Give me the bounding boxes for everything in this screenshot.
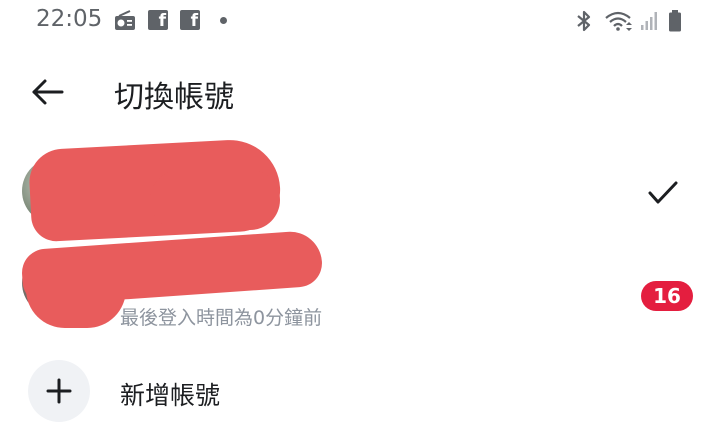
notification-dot-icon <box>220 17 227 24</box>
account-row[interactable]: 最後登入時間為0分鐘前 16 <box>0 229 720 340</box>
add-account-circle <box>28 360 90 422</box>
facebook-icon: f <box>180 10 200 31</box>
arrow-left-icon <box>32 79 64 105</box>
battery-icon <box>668 10 682 36</box>
radio-icon <box>114 10 136 36</box>
app-header: 切換帳號 <box>0 58 720 128</box>
signal-icon <box>640 10 660 36</box>
account-row-active[interactable] <box>0 137 720 243</box>
back-button[interactable] <box>28 72 68 112</box>
status-time: 22:05 <box>36 6 103 32</box>
facebook-icon: f <box>148 10 168 31</box>
add-account-button[interactable]: 新增帳號 <box>0 352 720 428</box>
add-account-label: 新增帳號 <box>120 381 221 410</box>
redaction-mark <box>150 170 280 230</box>
last-login-text: 最後登入時間為0分鐘前 <box>120 307 323 329</box>
bluetooth-icon <box>574 10 594 36</box>
wifi-icon <box>604 10 632 36</box>
plus-icon <box>46 378 72 404</box>
notification-badge: 16 <box>641 281 693 311</box>
checkmark-icon <box>648 181 678 204</box>
page-title: 切換帳號 <box>114 80 234 115</box>
status-bar: 22:05 f f <box>0 0 720 44</box>
redaction-mark <box>26 260 126 328</box>
switch-account-screen: 22:05 f f 切換帳號 最後登入時間為0分鐘前 16 新增帳號 <box>0 0 720 433</box>
